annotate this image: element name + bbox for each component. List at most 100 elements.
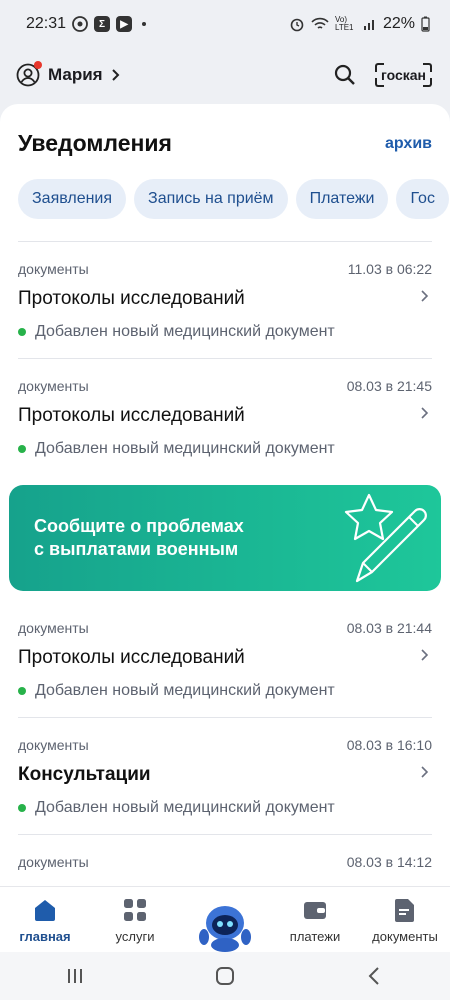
nav-services[interactable]: услуги [90,887,180,944]
notification-item[interactable]: документы 11.03 в 06:22 Протоколы исслед… [0,242,450,358]
chevron-right-icon [421,290,429,302]
notification-date: 08.03 в 16:10 [346,737,432,753]
status-dot [18,445,26,453]
header-actions: госкан [333,61,434,89]
youtube-icon: ▶ [116,16,133,32]
goscan-label: госкан [380,67,426,83]
status-dot [18,328,26,336]
app-header: Мария госкан [0,48,450,102]
status-time: 22:31 [26,15,67,32]
notification-item[interactable]: документы 08.03 в 21:45 Протоколы исслед… [0,359,450,475]
banner-line-1: Сообщите о проблемах [34,516,244,536]
nav-label: услуги [115,929,155,944]
notification-dot-icon [142,22,147,26]
avatar [16,61,42,87]
scan-corner [423,63,432,72]
notification-meta: документы 08.03 в 16:10 [18,718,432,753]
wallet-icon [304,902,326,919]
status-dot [18,687,26,695]
nav-label: главная [19,929,71,944]
notification-category: документы [18,620,89,636]
notification-date: 11.03 в 06:22 [347,261,432,277]
notification-meta: документы 11.03 в 06:22 [18,242,432,277]
status-right: Vo) LTE1 22% [289,15,430,33]
chip-appointment[interactable]: Запись на приём [134,179,288,219]
nav-payments[interactable]: платежи [270,887,360,944]
sheet-header: Уведомления архив [0,104,450,157]
notification-meta: документы 08.03 в 21:44 [18,601,432,636]
notification-item[interactable]: документы 08.03 в 16:10 Консультации Доб… [0,718,450,834]
archive-link[interactable]: архив [385,135,432,153]
notification-category: документы [18,378,89,394]
filter-chips: Заявления Запись на приём Платежи Гос [0,157,450,219]
notification-item[interactable]: документы 08.03 в 21:44 Протоколы исслед… [0,601,450,717]
chip-gos[interactable]: Гос [396,179,449,219]
nav-home[interactable]: главная [0,887,90,944]
notification-category: документы [18,737,89,753]
notification-status: Добавлен новый медицинский документ [18,799,432,834]
signal-icon [363,20,374,30]
nav-assistant[interactable] [180,887,270,953]
notification-meta: документы 08.03 в 14:12 [18,835,432,870]
robot-assistant-icon [199,906,251,952]
chip-payments[interactable]: Платежи [295,179,389,219]
nav-label: документы [372,929,438,944]
notification-date: 08.03 в 21:45 [346,378,432,394]
notification-meta: документы 08.03 в 21:45 [18,359,432,394]
goscan-button[interactable]: госкан [373,61,434,89]
notification-date: 08.03 в 14:12 [346,854,432,870]
notification-status: Добавлен новый медицинский документ [18,682,432,717]
notification-status: Добавлен новый медицинский документ [18,440,432,475]
search-icon[interactable] [333,63,357,87]
system-nav [0,952,450,1000]
page-title: Уведомления [18,130,172,156]
notification-title: Консультации [18,764,151,785]
home-button-icon[interactable] [214,965,236,987]
notification-status-text: Добавлен новый медицинский документ [35,799,335,816]
recent-apps-icon[interactable] [64,966,86,986]
battery-percent: 22% [382,15,415,32]
status-bar: 22:31 Σ ▶ Vo) LTE1 22% [0,0,450,48]
battery-icon [421,16,430,32]
whatsapp-icon [72,16,88,32]
notification-status-text: Добавлен новый медицинский документ [35,682,335,699]
chevron-right-icon [421,766,429,778]
scan-corner [423,78,432,87]
alarm-icon [290,18,304,32]
chevron-right-icon [111,69,119,81]
status-dot [18,804,26,812]
notification-date: 08.03 в 21:44 [346,620,432,636]
notification-status-text: Добавлен новый медицинский документ [35,323,335,340]
profile-name: Мария [48,65,103,84]
notification-item[interactable]: документы 08.03 в 14:12 [0,835,450,870]
grid-icon [124,899,146,921]
bottom-nav: главная услуги платежи документы [0,886,450,953]
notification-title: Протоколы исследований [18,647,245,668]
notifications-sheet: Уведомления архив Заявления Запись на пр… [0,104,450,886]
notification-title: Протоколы исследований [18,288,245,309]
notification-status: Добавлен новый медицинский документ [18,323,432,358]
nav-label: платежи [289,929,341,944]
notification-status-text: Добавлен новый медицинский документ [35,440,335,457]
chevron-right-icon [421,649,429,661]
banner-text: Сообщите о проблемах с выплатами военным [34,515,244,561]
document-icon [395,899,414,922]
promo-banner[interactable]: Сообщите о проблемах с выплатами военным [9,485,441,591]
notification-category: документы [18,261,89,277]
notification-category: документы [18,854,89,870]
signal-label: Vo) LTE1 [334,15,354,32]
home-icon [35,900,55,921]
banner-line-2: с выплатами военным [34,539,239,559]
scan-corner [374,63,384,72]
profile-button[interactable]: Мария [16,61,121,87]
profile-alert-dot [34,61,42,69]
chip-applications[interactable]: Заявления [18,179,127,219]
back-icon[interactable] [364,965,386,987]
notification-title: Протоколы исследований [18,405,245,426]
nav-documents[interactable]: документы [360,887,450,944]
star-pen-icon [344,493,427,583]
chevron-right-icon [421,407,429,419]
sigma-app-icon: Σ [94,16,111,32]
status-left: 22:31 Σ ▶ [26,15,147,33]
